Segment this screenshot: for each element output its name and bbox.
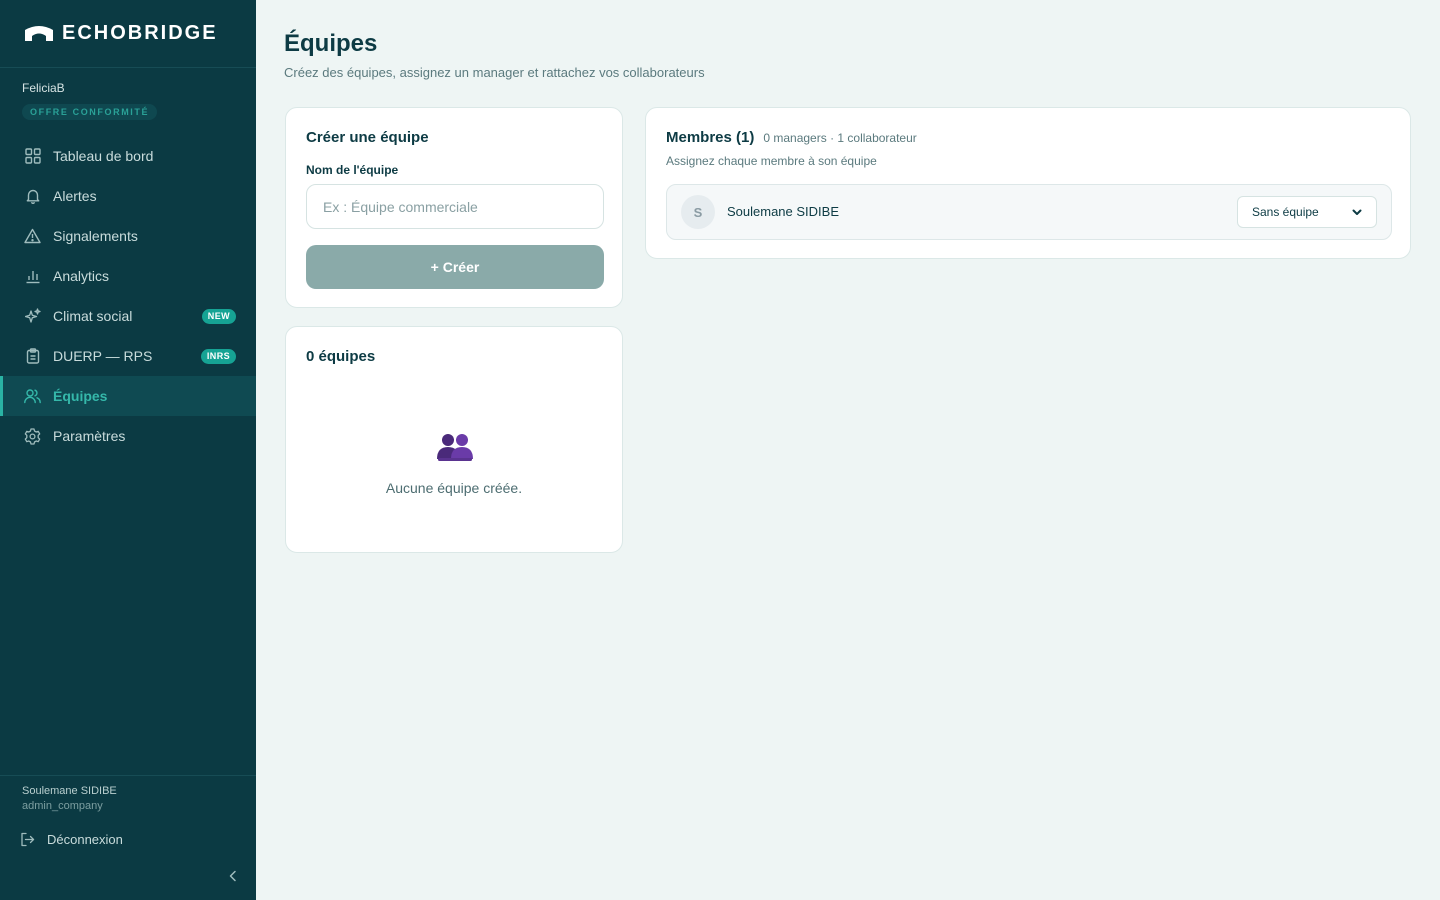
create-team-button[interactable]: + Créer bbox=[306, 245, 604, 289]
logout-icon bbox=[21, 832, 35, 847]
sidebar-item-label: Climat social bbox=[53, 308, 133, 324]
logout-label: Déconnexion bbox=[47, 832, 123, 847]
brand-logo[interactable]: ECHOBRIDGE bbox=[24, 22, 218, 44]
organization-name: FeliciaB bbox=[22, 81, 65, 95]
sidebar-item-signalements[interactable]: Signalements bbox=[0, 216, 256, 256]
sidebar-item-label: Signalements bbox=[53, 228, 138, 244]
chevron-left-icon bbox=[229, 870, 236, 882]
member-name: Soulemane SIDIBE bbox=[727, 204, 840, 219]
sidebar-item-label: Tableau de bord bbox=[53, 148, 154, 164]
sidebar-divider bbox=[0, 67, 256, 68]
grid-icon bbox=[24, 148, 41, 165]
users-icon bbox=[24, 388, 41, 405]
team-name-input[interactable] bbox=[306, 184, 604, 229]
sidebar-item-parametres[interactable]: Paramètres bbox=[0, 416, 256, 456]
brand-name: ECHOBRIDGE bbox=[62, 21, 218, 44]
teams-list-card: 0 équipes Aucune équipe créée. bbox=[285, 326, 623, 553]
current-user-name: Soulemane SIDIBE bbox=[22, 785, 117, 797]
create-team-card: Créer une équipe Nom de l'équipe + Créer bbox=[285, 107, 623, 308]
sidebar-item-analytics[interactable]: Analytics bbox=[0, 256, 256, 296]
teams-count-title: 0 équipes bbox=[306, 348, 376, 365]
plan-badge: OFFRE CONFORMITÉ bbox=[22, 104, 158, 120]
gear-icon bbox=[24, 427, 41, 445]
inrs-badge: INRS bbox=[200, 349, 236, 364]
clipboard-icon bbox=[24, 348, 41, 365]
people-icon bbox=[437, 434, 473, 461]
sidebar-divider bbox=[0, 775, 256, 776]
sidebar-item-equipes[interactable]: Équipes bbox=[0, 376, 256, 416]
sidebar-item-climat-social[interactable]: Climat social NEW bbox=[0, 296, 256, 336]
sidebar-item-label: DUERP — RPS bbox=[53, 348, 153, 364]
new-badge: NEW bbox=[201, 309, 236, 324]
members-card: Membres (1) 0 managers · 1 collaborateur… bbox=[645, 107, 1411, 259]
sidebar-item-label: Analytics bbox=[53, 268, 110, 284]
team-select[interactable]: Sans équipe bbox=[1237, 196, 1377, 228]
collapse-sidebar-button[interactable] bbox=[226, 868, 240, 884]
sidebar: ECHOBRIDGE FeliciaB OFFRE CONFORMITÉ Tab… bbox=[0, 0, 256, 900]
create-team-title: Créer une équipe bbox=[306, 129, 429, 146]
warning-icon bbox=[24, 228, 41, 245]
sidebar-nav: Tableau de bord Alertes Signalements Ana… bbox=[0, 136, 256, 456]
sparkles-icon bbox=[24, 308, 41, 325]
page-subtitle: Créez des équipes, assignez un manager e… bbox=[284, 65, 705, 80]
chevron-down-icon bbox=[1352, 209, 1362, 215]
team-name-label: Nom de l'équipe bbox=[306, 163, 399, 177]
member-row: S Soulemane SIDIBE Sans équipe bbox=[666, 184, 1392, 240]
current-user-role: admin_company bbox=[22, 800, 103, 812]
bell-icon bbox=[24, 188, 41, 205]
bar-chart-icon bbox=[24, 268, 41, 285]
members-header: Membres (1) 0 managers · 1 collaborateur bbox=[666, 129, 917, 146]
avatar: S bbox=[681, 195, 715, 229]
sidebar-item-tableau-de-bord[interactable]: Tableau de bord bbox=[0, 136, 256, 176]
sidebar-item-alertes[interactable]: Alertes bbox=[0, 176, 256, 216]
team-select-value: Sans équipe bbox=[1252, 205, 1319, 219]
empty-state-text: Aucune équipe créée. bbox=[385, 480, 523, 496]
page-title: Équipes bbox=[284, 30, 378, 57]
sidebar-item-duerp-rps[interactable]: DUERP — RPS INRS bbox=[0, 336, 256, 376]
members-title: Membres (1) bbox=[666, 129, 755, 146]
sidebar-item-label: Alertes bbox=[53, 188, 97, 204]
members-stats: 0 managers · 1 collaborateur bbox=[763, 131, 917, 145]
logout-button[interactable]: Déconnexion bbox=[20, 832, 123, 847]
members-subtitle: Assignez chaque membre à son équipe bbox=[666, 154, 877, 168]
arch-logo-icon bbox=[25, 26, 53, 41]
sidebar-item-label: Paramètres bbox=[53, 428, 126, 444]
sidebar-item-label: Équipes bbox=[53, 388, 108, 404]
